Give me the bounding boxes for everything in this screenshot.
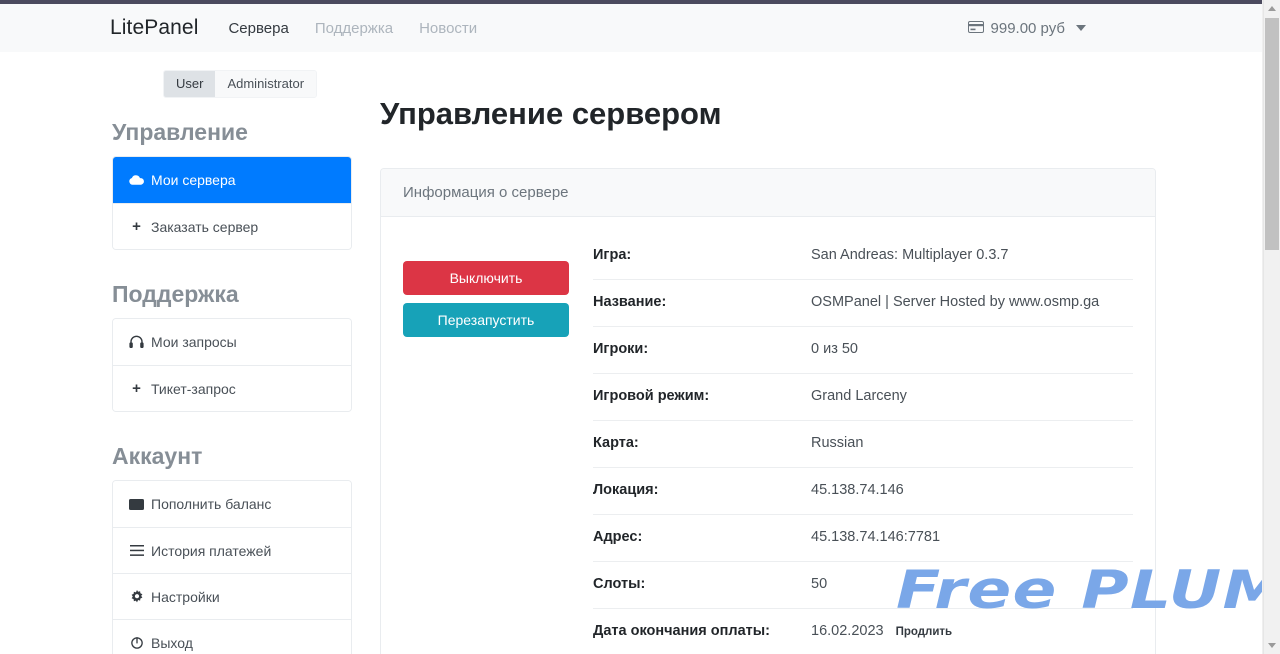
role-tab-administrator[interactable]: Administrator — [215, 71, 317, 97]
scroll-up-button[interactable] — [1264, 0, 1280, 17]
sidebar-item-label: Пополнить баланс — [151, 496, 272, 512]
plus-icon: + — [132, 380, 141, 397]
info-value: OSMPanel | Server Hosted by www.osmp.ga — [811, 294, 1100, 310]
sidebar: Управление Мои сервера + Заказать сервер… — [112, 118, 352, 654]
plus-icon: + — [132, 218, 141, 235]
cloud-icon — [129, 173, 144, 188]
info-value: 45.138.74.146:7781 — [811, 529, 941, 545]
balance-dropdown[interactable]: 999.00 руб — [967, 19, 1256, 37]
caret-down-icon — [1076, 25, 1086, 31]
sidebar-group-management: Мои сервера + Заказать сервер — [112, 156, 352, 250]
sidebar-item-label: История платежей — [151, 542, 272, 559]
power-off-button[interactable]: Выключить — [403, 261, 569, 295]
info-value: 50 — [811, 576, 828, 592]
scrollbar-thumb[interactable] — [1265, 18, 1279, 250]
card-header: Информация о сервере — [381, 169, 1155, 217]
card-body: Выключить Перезапустить Игра: San Andrea… — [381, 217, 1155, 654]
table-row: Игроки: 0 из 50 — [593, 327, 1133, 374]
info-label: Название: — [593, 294, 667, 310]
info-value: 45.138.74.146 — [811, 482, 904, 498]
sidebar-group-support: Мои запросы + Тикет-запрос — [112, 318, 352, 412]
sidebar-group-account: Пополнить баланс История платежей Настро… — [112, 480, 352, 654]
server-info-table: Игра: San Andreas: Multiplayer 0.3.7 Наз… — [593, 239, 1133, 654]
info-label: Адрес: — [593, 529, 643, 545]
sidebar-item-ticket-request[interactable]: + Тикет-запрос — [113, 365, 351, 411]
info-label: Слоты: — [593, 576, 646, 592]
sidebar-item-label: Настройки — [151, 588, 220, 605]
table-row: Дата окончания оплаты: 16.02.2023 Продли… — [593, 609, 1133, 654]
table-row: Игровой режим: Grand Larceny — [593, 374, 1133, 421]
info-value: San Andreas: Multiplayer 0.3.7 — [811, 247, 1009, 263]
list-icon — [129, 543, 144, 558]
sidebar-item-top-up-balance[interactable]: Пополнить баланс — [113, 481, 351, 527]
info-label: Игровой режим: — [593, 388, 710, 404]
role-tab-user[interactable]: User — [164, 71, 216, 97]
chevron-down-icon — [1268, 643, 1276, 648]
sidebar-item-label: Выход — [151, 634, 193, 651]
nav-link-servers[interactable]: Сервера — [228, 20, 288, 37]
chevron-up-icon — [1268, 6, 1276, 11]
info-label: Игра: — [593, 247, 632, 263]
info-label: Локация: — [593, 482, 659, 498]
sidebar-item-payment-history[interactable]: История платежей — [113, 527, 351, 573]
headset-icon — [129, 335, 144, 350]
vertical-scrollbar[interactable] — [1263, 0, 1280, 654]
table-row: Игра: San Andreas: Multiplayer 0.3.7 — [593, 239, 1133, 280]
info-value: Russian — [811, 435, 864, 451]
info-value: 16.02.2023 — [811, 623, 884, 639]
navbar: LitePanel Сервера Поддержка Новости 999.… — [0, 4, 1280, 52]
info-value: Grand Larceny — [811, 388, 907, 404]
nav-link-support[interactable]: Поддержка — [315, 20, 393, 37]
sidebar-heading-support: Поддержка — [112, 281, 239, 307]
table-row: Адрес: 45.138.74.146:7781 — [593, 515, 1133, 562]
server-info-card: Информация о сервере Выключить Перезапус… — [380, 168, 1156, 654]
scroll-down-button[interactable] — [1264, 637, 1280, 654]
info-label: Карта: — [593, 435, 639, 451]
renew-subscription-link[interactable]: Продлить — [896, 626, 953, 638]
role-switch: User Administrator — [163, 70, 318, 98]
sidebar-heading-management: Управление — [112, 119, 248, 145]
server-action-buttons: Выключить Перезапустить — [403, 239, 593, 654]
main-content: Управление сервером Информация о сервере… — [380, 96, 1156, 654]
restart-button[interactable]: Перезапустить — [403, 303, 569, 337]
sidebar-item-label: Мои сервера — [151, 172, 236, 188]
sidebar-item-label: Тикет-запрос — [151, 380, 236, 397]
info-value: 0 из 50 — [811, 341, 858, 357]
sidebar-heading-account: Аккаунт — [112, 443, 203, 469]
sidebar-item-settings[interactable]: Настройки — [113, 573, 351, 619]
table-row: Слоты: 50 — [593, 562, 1133, 609]
gear-icon — [129, 589, 144, 604]
table-row: Название: OSMPanel | Server Hosted by ww… — [593, 280, 1133, 327]
brand-logo[interactable]: LitePanel — [110, 16, 198, 40]
nav-links: Сервера Поддержка Новости — [228, 20, 477, 37]
sidebar-item-order-server[interactable]: + Заказать сервер — [113, 203, 351, 249]
sidebar-item-my-servers[interactable]: Мои сервера — [113, 157, 351, 203]
sidebar-item-logout[interactable]: Выход — [113, 619, 351, 654]
sidebar-item-my-requests[interactable]: Мои запросы — [113, 319, 351, 365]
page-title: Управление сервером — [380, 96, 722, 131]
credit-card-icon — [129, 497, 144, 512]
app-screen: LitePanel Сервера Поддержка Новости 999.… — [0, 0, 1280, 654]
power-off-icon — [129, 635, 144, 650]
info-label: Игроки: — [593, 341, 649, 357]
table-row: Карта: Russian — [593, 421, 1133, 468]
table-row: Локация: 45.138.74.146 — [593, 468, 1133, 515]
info-label: Дата окончания оплаты: — [593, 623, 770, 639]
sidebar-item-label: Заказать сервер — [151, 218, 259, 235]
sidebar-item-label: Мои запросы — [151, 334, 237, 350]
nav-link-news[interactable]: Новости — [419, 20, 477, 37]
balance-amount: 999.00 руб — [990, 19, 1065, 37]
credit-card-icon — [967, 20, 984, 37]
